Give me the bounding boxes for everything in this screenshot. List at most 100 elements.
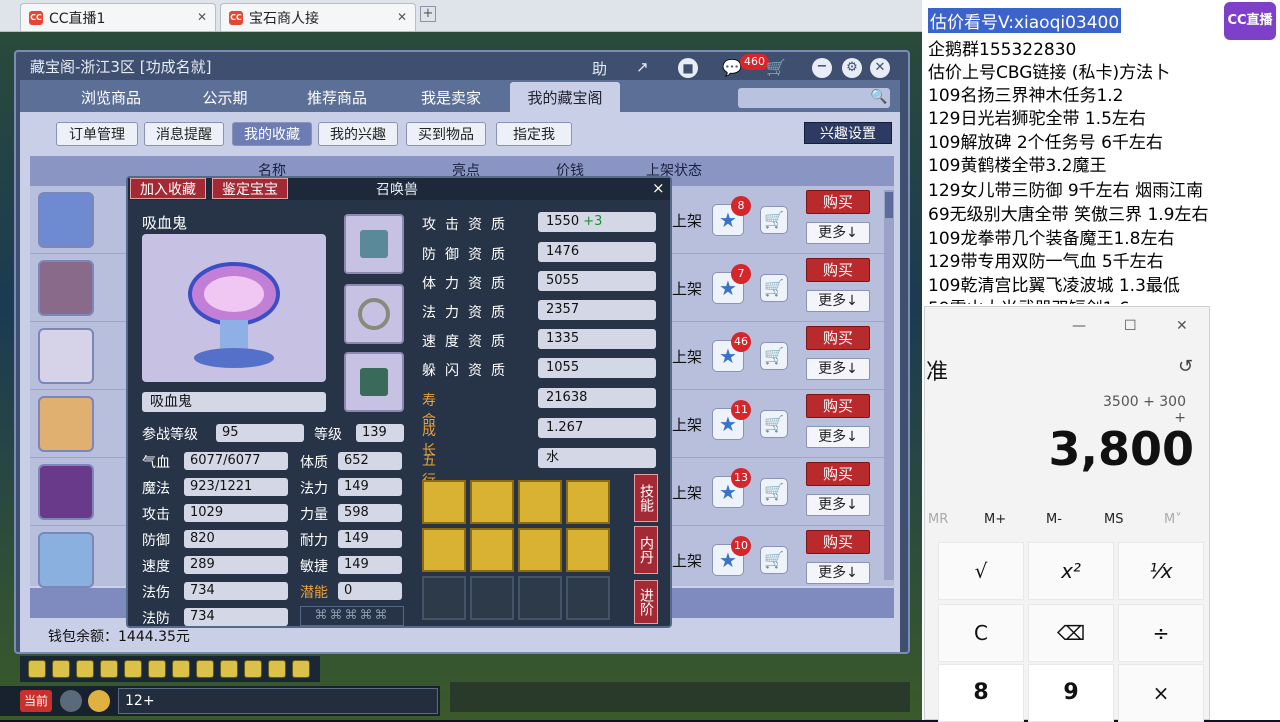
skill-slot[interactable]	[470, 480, 514, 524]
more-dropdown[interactable]: 更多↓	[806, 358, 870, 380]
close-icon[interactable]: ×	[652, 179, 665, 197]
maximize-icon[interactable]: ☐	[1124, 318, 1137, 334]
chat-icon[interactable]	[244, 660, 262, 678]
close-icon[interactable]: ✕	[197, 10, 207, 24]
tab-my-pavilion[interactable]: 我的藏宝阁	[510, 82, 620, 112]
lock-icon[interactable]	[172, 660, 190, 678]
gear-icon[interactable]: ⚙	[842, 58, 862, 78]
search-icon[interactable]	[124, 660, 142, 678]
tab-publicity[interactable]: 公示期	[172, 82, 278, 112]
multiply-button[interactable]: ×	[1118, 664, 1204, 722]
appraise-pet-button[interactable]: 鉴定宝宝	[212, 178, 288, 199]
more-dropdown[interactable]: 更多↓	[806, 290, 870, 312]
bought-items-button[interactable]: 买到物品	[406, 122, 486, 146]
more-dropdown[interactable]: 更多↓	[806, 426, 870, 448]
minimize-icon[interactable]: −	[812, 58, 832, 78]
skill-slot[interactable]	[566, 528, 610, 572]
cart-icon[interactable]: 🛒	[760, 478, 788, 506]
stop-icon[interactable]: ■	[678, 58, 698, 78]
history-icon[interactable]: ↺	[1178, 356, 1193, 377]
equipment-slot-2[interactable]	[344, 284, 404, 344]
square-root-button[interactable]: √	[938, 542, 1024, 600]
cart-icon[interactable]: 🛒	[760, 546, 788, 574]
skill-slot[interactable]	[470, 528, 514, 572]
cart-icon[interactable]: 🛒	[760, 342, 788, 370]
clear-button[interactable]: C	[938, 604, 1024, 662]
my-favorites-button[interactable]: 我的收藏	[232, 122, 312, 146]
buy-button[interactable]: 购买	[806, 530, 870, 554]
left-arrow-icon[interactable]	[28, 660, 46, 678]
message-reminder-button[interactable]: 消息提醒	[144, 122, 224, 146]
memory-list-button[interactable]: M˅	[1164, 512, 1182, 527]
friend-icon[interactable]	[220, 660, 238, 678]
equipment-slot-3[interactable]	[344, 352, 404, 412]
cart-icon[interactable]: 🛒	[760, 206, 788, 234]
memory-recall-button[interactable]: MR	[928, 512, 948, 527]
close-icon[interactable]: ✕	[1176, 318, 1188, 334]
inner-core-tab[interactable]: 内丹	[634, 526, 658, 574]
buy-button[interactable]: 购买	[806, 462, 870, 486]
divide-button[interactable]: ÷	[1118, 604, 1204, 662]
card-icon[interactable]	[268, 660, 286, 678]
skill-slot[interactable]	[566, 480, 610, 524]
search-input[interactable]	[738, 88, 890, 108]
edit-icon[interactable]	[196, 660, 214, 678]
cart-icon[interactable]: 🛒	[760, 410, 788, 438]
tab-browse[interactable]: 浏览商品	[58, 82, 164, 112]
reciprocal-button[interactable]: ¹⁄x	[1118, 542, 1204, 600]
emoji-icon[interactable]	[88, 690, 110, 712]
skill-slot[interactable]	[422, 480, 466, 524]
move-icon[interactable]	[100, 660, 118, 678]
close-icon[interactable]: ✕	[397, 10, 407, 24]
close-icon[interactable]: ✕	[870, 58, 890, 78]
assigned-to-me-button[interactable]: 指定我	[496, 122, 572, 146]
browser-tab-gem-merchant[interactable]: CC 宝石商人接 ✕	[220, 3, 416, 31]
browser-tab-cc-live[interactable]: CC CC直播1 ✕	[20, 3, 216, 31]
skill-slot[interactable]	[422, 528, 466, 572]
minimize-icon[interactable]: —	[1072, 318, 1086, 334]
skill-slot[interactable]	[518, 528, 562, 572]
more-dropdown[interactable]: 更多↓	[806, 222, 870, 244]
equipment-slot-1[interactable]	[344, 214, 404, 274]
new-tab-button[interactable]: +	[420, 6, 436, 22]
square-button[interactable]: x²	[1028, 542, 1114, 600]
buy-button[interactable]: 购买	[806, 190, 870, 214]
skills-tab[interactable]: 技能	[634, 474, 658, 522]
more-dropdown[interactable]: 更多↓	[806, 494, 870, 516]
cart-icon[interactable]: 🛒	[766, 58, 786, 77]
item-icon[interactable]	[148, 660, 166, 678]
memory-add-button[interactable]: M+	[984, 512, 1006, 527]
search-icon[interactable]: 🔍	[870, 89, 887, 105]
chat-input[interactable]: 12+	[118, 688, 438, 714]
digit-9-button[interactable]: 9	[1028, 664, 1114, 722]
memory-store-button[interactable]: MS	[1104, 512, 1123, 527]
down-arrow-icon[interactable]	[76, 660, 94, 678]
memory-subtract-button[interactable]: M-	[1046, 512, 1062, 527]
buy-button[interactable]: 购买	[806, 394, 870, 418]
order-management-button[interactable]: 订单管理	[56, 122, 138, 146]
scrollbar-thumb[interactable]	[885, 192, 893, 218]
popup-title: 召唤兽	[376, 182, 418, 198]
cart-icon[interactable]: 🛒	[760, 274, 788, 302]
interest-settings-button[interactable]: 兴趣设置	[804, 122, 892, 144]
stat-label: 法防	[142, 611, 170, 627]
help-button[interactable]: 助	[592, 58, 607, 79]
chevron-down-icon[interactable]	[292, 660, 310, 678]
tab-seller[interactable]: 我是卖家	[398, 82, 504, 112]
tab-recommended[interactable]: 推荐商品	[284, 82, 390, 112]
backspace-button[interactable]: ⌫	[1028, 604, 1114, 662]
more-dropdown[interactable]: 更多↓	[806, 562, 870, 584]
skill-slot[interactable]	[518, 480, 562, 524]
channel-current-button[interactable]: 当前	[20, 690, 52, 712]
share-icon[interactable]: ↗	[636, 58, 658, 78]
add-favorite-button[interactable]: 加入收藏	[130, 178, 206, 199]
buy-button[interactable]: 购买	[806, 326, 870, 350]
digit-8-button[interactable]: 8	[938, 664, 1024, 722]
advance-tab[interactable]: 进阶	[634, 580, 658, 624]
list-scrollbar[interactable]	[884, 190, 894, 580]
buy-button[interactable]: 购买	[806, 258, 870, 282]
my-interests-button[interactable]: 我的兴趣	[318, 122, 398, 146]
up-arrow-icon[interactable]	[52, 660, 70, 678]
aptitude-value: 1055	[538, 358, 656, 378]
microphone-icon[interactable]	[60, 690, 82, 712]
